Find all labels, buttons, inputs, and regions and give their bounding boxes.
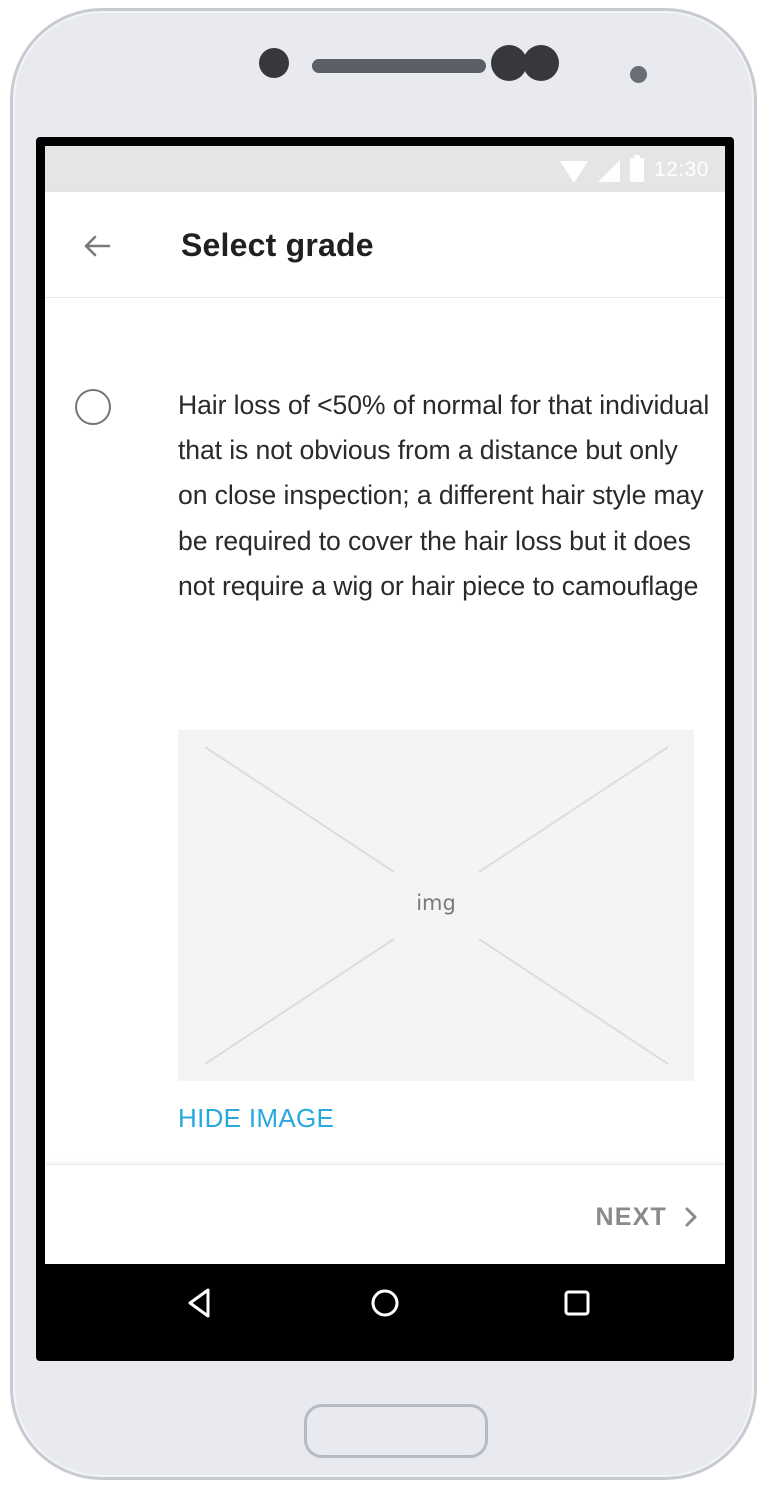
- screen-bezel: 12:30 Select grade Hair loss of <50% of …: [36, 137, 734, 1361]
- device-screen: 12:30 Select grade Hair loss of <50% of …: [45, 146, 725, 1352]
- next-button-label: NEXT: [595, 1203, 667, 1231]
- front-camera-icon: [259, 48, 289, 78]
- hardware-home-button[interactable]: [304, 1404, 488, 1458]
- recents-square-icon: [564, 1290, 590, 1316]
- system-navigation-bar: [45, 1264, 725, 1352]
- nav-home-button[interactable]: [365, 1283, 405, 1323]
- home-circle-icon: [371, 1289, 399, 1317]
- page-title: Select grade: [181, 227, 374, 263]
- status-time: 12:30: [653, 158, 709, 181]
- battery-icon: [629, 155, 644, 182]
- next-button[interactable]: NEXT: [596, 1202, 699, 1232]
- grade-option-description[interactable]: Hair loss of <50% of normal for that ind…: [178, 383, 710, 609]
- nav-recents-button[interactable]: [557, 1283, 597, 1323]
- nav-back-button[interactable]: [180, 1283, 220, 1323]
- proximity-sensor-icon: [630, 66, 647, 83]
- sensor-icon-right: [523, 45, 559, 81]
- back-button[interactable]: [79, 228, 115, 264]
- status-icons: 12:30: [559, 155, 709, 185]
- wifi-icon: [559, 161, 588, 183]
- image-placeholder: img: [178, 730, 694, 1081]
- chevron-right-icon: [685, 1207, 697, 1227]
- arrow-left-icon: [84, 235, 111, 257]
- speaker-grille: [312, 59, 486, 73]
- status-bar: 12:30: [45, 146, 725, 192]
- image-placeholder-label: img: [416, 891, 456, 915]
- hide-image-link[interactable]: HIDE IMAGE: [178, 1101, 334, 1135]
- signal-icon: [597, 160, 620, 182]
- back-triangle-icon: [188, 1288, 210, 1318]
- grade-option-radio[interactable]: [75, 389, 111, 425]
- app-bar: Select grade: [45, 192, 725, 298]
- grade-option-content: Hair loss of <50% of normal for that ind…: [45, 298, 725, 1164]
- sensor-icon-left: [491, 45, 527, 81]
- bottom-action-bar: NEXT: [45, 1164, 725, 1264]
